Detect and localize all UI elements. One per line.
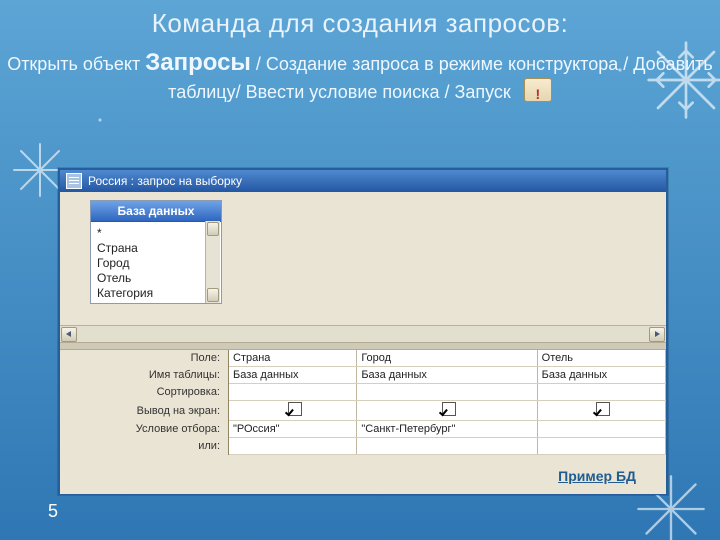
or-cell[interactable]: [229, 438, 357, 455]
fieldlist-item[interactable]: Город: [97, 256, 215, 271]
scroll-right-button[interactable]: [649, 327, 665, 342]
row-label-criteria: Условие отбора:: [60, 421, 229, 438]
row-label-field: Поле:: [60, 350, 229, 367]
field-cell[interactable]: Город: [357, 350, 537, 367]
table-cell[interactable]: База данных: [537, 367, 665, 384]
table-cell[interactable]: База данных: [229, 367, 357, 384]
instruction-bold: Запросы: [145, 49, 251, 76]
criteria-cell[interactable]: "РОссия": [229, 421, 357, 438]
tables-pane: База данных * Страна Город Отель Категор…: [60, 192, 666, 342]
snowflake-icon: [646, 40, 720, 120]
slide-instruction: Открыть объект Запросы / Создание запрос…: [0, 49, 720, 106]
tables-pane-hscroll[interactable]: [60, 325, 666, 342]
show-cell[interactable]: [537, 401, 665, 421]
row-label-or: или:: [60, 438, 229, 455]
or-cell[interactable]: [537, 438, 665, 455]
criteria-cell[interactable]: "Санкт-Петербург": [357, 421, 537, 438]
run-icon: [524, 78, 552, 102]
checkbox-icon[interactable]: [596, 402, 610, 416]
splitter[interactable]: [60, 342, 666, 350]
slide: Команда для создания запросов: Открыть о…: [0, 0, 720, 540]
scroll-left-button[interactable]: [61, 327, 77, 342]
show-cell[interactable]: [229, 401, 357, 421]
row-label-table: Имя таблицы:: [60, 367, 229, 384]
field-cell[interactable]: Страна: [229, 350, 357, 367]
window-titlebar: Россия : запрос на выборку: [60, 170, 666, 192]
example-db-link[interactable]: Пример БД: [556, 468, 638, 484]
fieldlist-item[interactable]: *: [97, 226, 215, 241]
fieldlist-title: База данных: [91, 201, 221, 222]
sort-cell[interactable]: [537, 384, 665, 401]
checkbox-icon[interactable]: [442, 402, 456, 416]
instruction-part1: Открыть объект: [7, 54, 145, 74]
document-icon: [66, 173, 82, 189]
sort-cell[interactable]: [357, 384, 537, 401]
fieldlist-items[interactable]: * Страна Город Отель Категория: [91, 222, 221, 303]
query-designer-window: Россия : запрос на выборку База данных *…: [58, 168, 668, 495]
or-cell[interactable]: [357, 438, 537, 455]
slide-title: Команда для создания запросов:: [0, 0, 720, 39]
checkbox-icon[interactable]: [288, 402, 302, 416]
page-number: 5: [48, 501, 58, 522]
fieldlist-scrollbar[interactable]: [205, 221, 220, 303]
field-cell[interactable]: Отель: [537, 350, 665, 367]
table-cell[interactable]: База данных: [357, 367, 537, 384]
criteria-cell[interactable]: [537, 421, 665, 438]
fieldlist-item[interactable]: Категория: [97, 286, 215, 301]
row-label-show: Вывод на экран:: [60, 401, 229, 421]
window-title: Россия : запрос на выборку: [88, 174, 242, 188]
row-label-sort: Сортировка:: [60, 384, 229, 401]
fieldlist-item[interactable]: Страна: [97, 241, 215, 256]
sort-cell[interactable]: [229, 384, 357, 401]
fieldlist-item[interactable]: Отель: [97, 271, 215, 286]
show-cell[interactable]: [357, 401, 537, 421]
design-grid: Поле: Страна Город Отель Имя таблицы: Ба…: [60, 350, 666, 494]
fieldlist[interactable]: База данных * Страна Город Отель Категор…: [90, 200, 222, 304]
